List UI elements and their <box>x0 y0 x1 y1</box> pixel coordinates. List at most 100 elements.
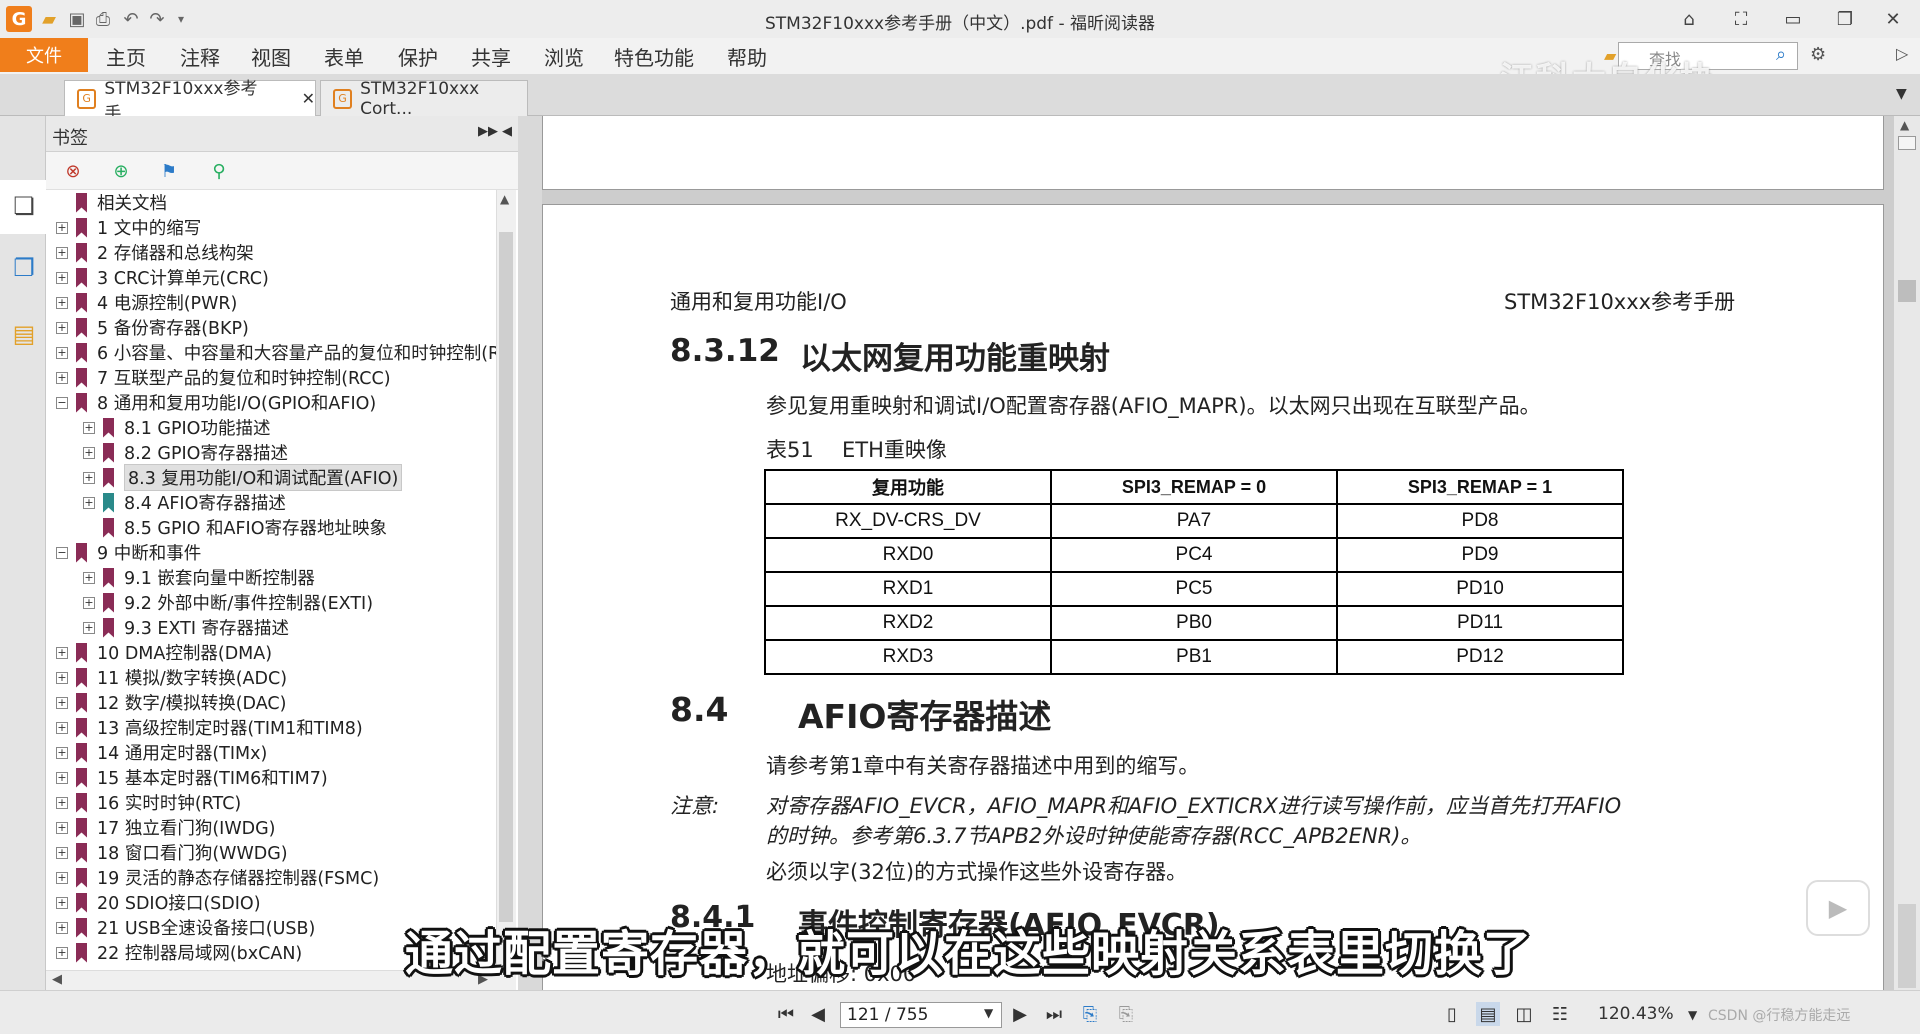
tree-item-bkp[interactable]: +5 备份寄存器(BKP) <box>56 315 249 340</box>
customize-toolbar-icon[interactable]: ▾ <box>168 6 194 32</box>
collapse-icon[interactable]: − <box>56 546 68 559</box>
tree-item-tim-gen[interactable]: +14 通用定时器(TIMx) <box>56 740 267 765</box>
restore-button[interactable]: ❐ <box>1822 4 1868 34</box>
menu-home[interactable]: 主页 <box>106 42 146 70</box>
close-button[interactable]: ✕ <box>1870 4 1916 34</box>
single-page-icon[interactable]: ▯ <box>1440 1002 1464 1026</box>
tree-item-gpio[interactable]: − 8 通用和复用功能I/O(GPIO和AFIO) <box>56 390 376 415</box>
tree-item-gpio-func[interactable]: +8.1 GPIO功能描述 <box>83 415 270 440</box>
close-tab-icon[interactable]: ✕ <box>302 89 315 108</box>
tree-item-dac[interactable]: +12 数字/模拟转换(DAC) <box>56 690 286 715</box>
zoom-level[interactable]: 120.43% <box>1598 1004 1674 1024</box>
expand-icon[interactable]: + <box>56 271 68 284</box>
previous-view-icon[interactable]: ⎘ <box>1078 1002 1102 1026</box>
scroll-up-icon[interactable]: ▲ <box>500 192 509 206</box>
facing-page-icon[interactable]: ◫ <box>1512 1002 1536 1026</box>
search-icon[interactable]: ⌕ <box>1776 44 1786 65</box>
continuous-facing-icon[interactable]: ☷ <box>1548 1002 1572 1026</box>
expand-icon[interactable]: + <box>83 596 95 609</box>
tree-item-crc[interactable]: +3 CRC计算单元(CRC) <box>56 265 269 290</box>
first-page-icon[interactable]: ⏮ <box>774 1002 798 1026</box>
menu-view[interactable]: 视图 <box>251 42 291 70</box>
expand-icon[interactable]: + <box>56 646 68 659</box>
tree-item-afio-reg[interactable]: +8.4 AFIO寄存器描述 <box>83 490 286 515</box>
search-bookmark-icon[interactable]: ⚲ <box>206 158 232 184</box>
tree-item-abbrev[interactable]: +1 文中的缩写 <box>56 215 201 240</box>
menu-help[interactable]: 帮助 <box>727 42 767 70</box>
expand-icon[interactable]: + <box>56 946 68 959</box>
tab-stm32-reference[interactable]: G STM32F10xxx参考手... ✕ <box>64 79 316 124</box>
expand-icon[interactable]: + <box>56 371 68 384</box>
tree-item-gpio-reg[interactable]: +8.2 GPIO寄存器描述 <box>83 440 288 465</box>
expand-icon[interactable]: + <box>56 821 68 834</box>
expand-icon[interactable]: + <box>56 671 68 684</box>
skin-icon[interactable]: ⌂ <box>1666 4 1712 34</box>
tree-item-sdio[interactable]: +20 SDIO接口(SDIO) <box>56 890 261 915</box>
next-page-icon[interactable]: ▶ <box>1008 1002 1032 1026</box>
expand-icon[interactable]: + <box>56 696 68 709</box>
menu-browse[interactable]: 浏览 <box>544 42 584 70</box>
video-play-icon[interactable]: ▶ <box>1806 880 1870 936</box>
tree-item-memory[interactable]: +2 存储器和总线构架 <box>56 240 254 265</box>
tree-item-addr-map[interactable]: 8.5 GPIO 和AFIO寄存器地址映象 <box>83 515 387 540</box>
tree-item-wwdg[interactable]: +18 窗口看门狗(WWDG) <box>56 840 288 865</box>
expand-icon[interactable]: + <box>56 921 68 934</box>
expand-icon[interactable]: + <box>56 296 68 309</box>
continuous-page-icon[interactable]: ▤ <box>1476 1002 1500 1026</box>
tree-item-bxcan[interactable]: +22 控制器局域网(bxCAN) <box>56 940 302 965</box>
tree-item-nvic[interactable]: +9.1 嵌套向量中断控制器 <box>83 565 315 590</box>
expand-icon[interactable]: + <box>83 471 95 484</box>
panel-splitter[interactable] <box>518 116 542 990</box>
redo-icon[interactable]: ↷ <box>144 6 170 32</box>
tab-stm32-cortex[interactable]: G STM32F10xxx Cort... <box>320 79 528 119</box>
document-vertical-scrollbar[interactable] <box>1894 116 1920 990</box>
expand-icon[interactable]: + <box>56 346 68 359</box>
expand-icon[interactable]: + <box>83 496 95 509</box>
tree-item-fsmc[interactable]: +19 灵活的静态存储器控制器(FSMC) <box>56 865 379 890</box>
expand-icon[interactable]: + <box>83 571 95 584</box>
expand-panel-icon[interactable]: ▶▶ <box>478 124 498 139</box>
page-number-input[interactable]: 121 / 755 <box>840 1002 1002 1028</box>
menu-form[interactable]: 表单 <box>324 42 364 70</box>
expand-icon[interactable]: + <box>56 871 68 884</box>
menu-features[interactable]: 特色功能 <box>614 42 694 70</box>
tree-item-exti[interactable]: +9.2 外部中断/事件控制器(EXTI) <box>83 590 373 615</box>
tree-item-pwr[interactable]: +4 电源控制(PWR) <box>56 290 237 315</box>
app-logo-icon[interactable]: G <box>6 6 32 32</box>
tree-item-exti-reg[interactable]: +9.3 EXTI 寄存器描述 <box>83 615 289 640</box>
tree-item-usb[interactable]: +21 USB全速设备接口(USB) <box>56 915 315 940</box>
expand-icon[interactable]: + <box>56 896 68 909</box>
file-menu-button[interactable]: 文件 <box>0 38 88 72</box>
menu-protect[interactable]: 保护 <box>398 42 438 70</box>
collapse-panel-icon[interactable]: ◀ <box>502 124 512 139</box>
tree-item-related-docs[interactable]: 相关文档 <box>56 190 167 215</box>
expand-icon[interactable]: + <box>56 246 68 259</box>
expand-icon[interactable]: + <box>56 721 68 734</box>
layout-icon[interactable]: ⛶ <box>1718 4 1764 34</box>
document-scroll-thumb[interactable] <box>1898 280 1916 302</box>
tab-list-dropdown-icon[interactable]: ▼ <box>1896 86 1907 102</box>
expand-icon[interactable]: + <box>56 796 68 809</box>
minimize-button[interactable]: ▭ <box>1770 4 1816 34</box>
menu-comment[interactable]: 注释 <box>180 42 220 70</box>
save-icon[interactable]: ▣ <box>64 6 90 32</box>
pages-panel-icon[interactable]: ❐ <box>8 252 40 284</box>
bookmark-arrow-icon[interactable]: ⚑ <box>156 158 182 184</box>
tree-item-rtc[interactable]: +16 实时时钟(RTC) <box>56 790 241 815</box>
settings-icon[interactable]: ⚙ <box>1810 44 1826 65</box>
tree-item-adc[interactable]: +11 模拟/数字转换(ADC) <box>56 665 287 690</box>
page-dropdown-icon[interactable]: ▼ <box>984 1006 993 1020</box>
zoom-dropdown-icon[interactable]: ▼ <box>1688 1008 1697 1022</box>
tree-item-dma[interactable]: +10 DMA控制器(DMA) <box>56 640 272 665</box>
undo-icon[interactable]: ↶ <box>118 6 144 32</box>
tree-item-interrupts[interactable]: − 9 中断和事件 <box>56 540 201 565</box>
expand-icon[interactable]: + <box>56 771 68 784</box>
tree-item-iwdg[interactable]: +17 独立看门狗(IWDG) <box>56 815 276 840</box>
next-view-icon[interactable]: ⎘ <box>1114 1002 1138 1026</box>
scrollbar-lower-region[interactable] <box>1898 904 1916 988</box>
add-bookmark-icon[interactable]: ⊕ <box>108 158 134 184</box>
collapse-icon[interactable]: − <box>56 396 68 409</box>
previous-page-icon[interactable]: ◀ <box>806 1002 830 1026</box>
expand-icon[interactable]: + <box>56 846 68 859</box>
expand-icon[interactable]: + <box>56 221 68 234</box>
